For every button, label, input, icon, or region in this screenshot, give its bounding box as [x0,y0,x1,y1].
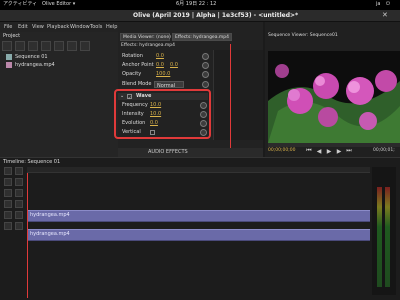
keyframe-graph[interactable] [213,50,263,140]
zoom-out-icon[interactable] [15,211,23,219]
close-icon[interactable]: ✕ [382,12,388,19]
evolution-value[interactable]: 0.0 [150,121,158,126]
sequence-viewer-panel: Sequence Viewer: Sequence01 00;00;00;00 … [265,22,400,157]
step-back-icon[interactable]: ◀ [315,147,323,155]
icon-view-icon[interactable] [80,41,90,51]
evolution-row: Evolution 0.0 [122,120,208,128]
video-clip[interactable]: hydrangea.mp4 [28,210,370,222]
anchor-y-value[interactable]: 0.0 [170,63,178,68]
add-icon[interactable] [15,222,23,230]
app-menu[interactable]: Olive Editor ▾ [42,2,75,7]
slip-tool-icon[interactable] [4,189,12,197]
meter-right [385,187,390,287]
keyframe-icon[interactable] [200,102,207,109]
vertical-checkbox[interactable] [150,130,155,135]
video-preview[interactable] [268,51,400,143]
menu-playback[interactable]: Playback [47,25,69,30]
timeline-tools [4,167,26,247]
wave-title: Wave [136,93,152,99]
rotation-value[interactable]: 0.0 [156,54,164,59]
intensity-value[interactable]: 10.0 [150,112,161,117]
audio-effects-label: AUDIO EFFECTS [148,149,188,155]
project-item[interactable]: hydrangea.mp4 [6,62,106,69]
audio-clip[interactable]: hydrangea.mp4 [28,229,370,241]
enable-checkbox[interactable]: ✓ [127,94,132,100]
snap-tool-icon[interactable] [15,200,23,208]
hand-tool-icon[interactable] [15,189,23,197]
tab-effects[interactable]: Effects: hydrangea.mp4 [172,33,232,41]
menu-bar: File Edit View Playback Window Tools Hel… [0,22,120,32]
redo-icon[interactable] [54,41,64,51]
power-icon[interactable]: ⏻ [386,2,390,7]
timecode-end: 00;00;01; [373,148,395,153]
vertical-row: Vertical [122,129,208,137]
menu-view[interactable]: View [32,25,44,30]
keyframe-icon[interactable] [200,129,207,136]
tab-media-viewer[interactable]: Media Viewer: (none) [120,33,171,41]
audio-meter [372,167,396,295]
project-panel: Project Sequence 01 hydrangea.mp4 [0,32,118,157]
system-top-bar: アクティビティ Olive Editor ▾ 6月 19日 22 : 12 ja… [0,0,400,10]
playback-controls: ⏮ ◀ ▶ ▶ ⏭ [305,147,365,156]
go-to-end-icon[interactable]: ⏭ [345,147,353,155]
keyframe-icon[interactable] [202,81,209,88]
intensity-row: Intensity 10.0 [122,111,208,119]
sequence-icon [6,54,12,60]
ripple-tool-icon[interactable] [4,178,12,186]
project-label: Project [3,33,21,39]
blend-mode-select[interactable]: Normal [154,81,184,89]
playhead-marker[interactable] [230,44,231,149]
menu-tools[interactable]: Tools [90,25,102,30]
frequency-row: Frequency 10.0 [122,102,208,110]
tree-view-icon[interactable] [67,41,77,51]
project-item-label: hydrangea.mp4 [15,62,55,68]
window-title: Olive (April 2019 | Alpha | 1e3cf53) - <… [133,12,299,19]
timecode-current[interactable]: 00;00;00;00 [268,148,295,154]
clock[interactable]: 6月 19日 22 : 12 [176,2,216,7]
record-icon[interactable] [4,222,12,230]
pointer-tool-icon[interactable] [4,167,12,175]
keyframe-icon[interactable] [202,71,209,78]
project-item[interactable]: Sequence 01 [6,54,106,61]
video-file-icon [6,62,12,68]
menu-help[interactable]: Help [106,25,117,30]
meter-left [377,187,382,287]
anchor-x-value[interactable]: 0.0 [156,63,164,68]
timeline-ruler[interactable] [27,167,370,173]
keyframe-icon[interactable] [202,53,209,60]
project-toolbar [2,41,116,51]
keyframe-icon[interactable] [200,120,207,127]
step-forward-icon[interactable]: ▶ [335,147,343,155]
razor-tool-icon[interactable] [15,178,23,186]
frequency-value[interactable]: 10.0 [150,103,161,108]
menu-file[interactable]: File [4,25,12,30]
new-icon[interactable] [2,41,12,51]
effects-header: Effects: hydrangea.mp4 [121,43,175,48]
play-icon[interactable]: ▶ [325,147,333,155]
wave-effect-header[interactable]: ⌄ ✓ Wave [118,93,208,100]
zoom-in-icon[interactable] [4,211,12,219]
effects-footer: AUDIO EFFECTS [118,148,263,157]
window-titlebar: Olive (April 2019 | Alpha | 1e3cf53) - <… [0,10,400,22]
open-icon[interactable] [15,41,25,51]
go-to-start-icon[interactable]: ⏮ [305,147,313,155]
preview-image [268,51,400,143]
save-icon[interactable] [28,41,38,51]
transition-tool-icon[interactable] [4,200,12,208]
user-menu[interactable]: ja [376,2,380,7]
timeline-panel: Timeline: Sequence 01 hydrangea.mp4 hydr… [0,157,400,300]
undo-icon[interactable] [41,41,51,51]
menu-edit[interactable]: Edit [18,25,28,30]
viewer-title: Sequence Viewer: Sequence01 [268,33,338,38]
project-item-label: Sequence 01 [15,54,48,60]
opacity-value[interactable]: 100.0 [156,72,170,77]
activities-button[interactable]: アクティビティ [3,2,37,7]
menu-window[interactable]: Window [70,25,90,30]
keyframe-icon[interactable] [202,62,209,69]
chevron-down-icon[interactable]: ⌄ [120,94,124,99]
keyframe-icon[interactable] [200,111,207,118]
effects-panel: Media Viewer: (none) Effects: hydrangea.… [114,22,263,157]
edit-tool-icon[interactable] [15,167,23,175]
timeline-title: Timeline: Sequence 01 [3,159,61,165]
